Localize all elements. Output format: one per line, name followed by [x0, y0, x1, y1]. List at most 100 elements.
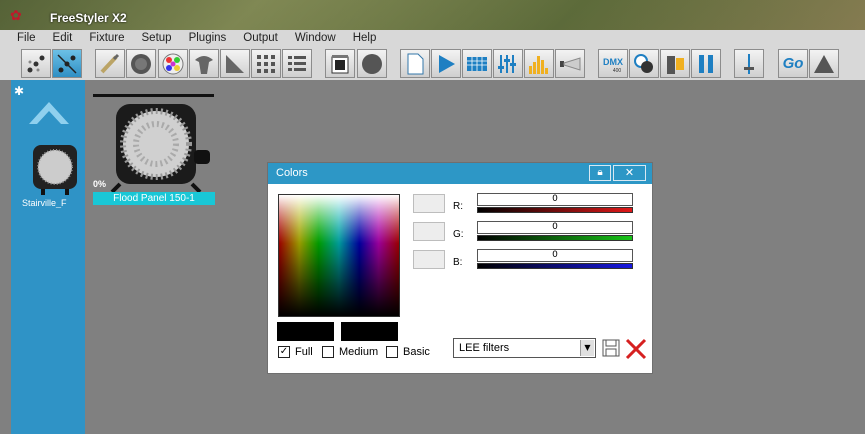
green-color-button[interactable] — [413, 222, 445, 241]
fixture-label[interactable]: Flood Panel 150-1 — [93, 192, 215, 205]
fog-button[interactable] — [629, 49, 659, 78]
filter-select-value: LEE filters — [459, 342, 510, 354]
green-channel-label: G: — [453, 229, 464, 240]
color-swatch-current[interactable] — [277, 322, 334, 341]
circle-icon — [362, 53, 382, 74]
list-button[interactable] — [282, 49, 312, 78]
dmx-sub-label: 400 — [613, 68, 622, 74]
red-channel-label: R: — [453, 201, 463, 212]
dialog-title: Colors — [276, 167, 308, 179]
sidebar-fixture-label[interactable]: Stairville_F — [22, 198, 82, 208]
red-color-button[interactable] — [413, 194, 445, 213]
green-slider[interactable] — [477, 235, 633, 241]
page-button[interactable] — [400, 49, 430, 78]
pause-icon — [699, 54, 713, 73]
colors-dialog: Colors 🔒︎ ✕ ✓ Full Medium Basic R: 0 G: … — [267, 162, 653, 374]
go-label: Go — [782, 55, 804, 72]
fog-icon — [634, 53, 653, 73]
pillar-button[interactable] — [660, 49, 690, 78]
shutter-icon — [195, 55, 213, 74]
menu-setup[interactable]: Setup — [130, 30, 177, 46]
lock-icon[interactable]: 🔒︎ — [589, 165, 611, 181]
fixture-percent: 0% — [93, 179, 107, 189]
color-wheel-icon — [162, 53, 184, 74]
pillar-icon — [667, 55, 684, 74]
matrix-button[interactable] — [462, 49, 492, 78]
color-picker[interactable] — [278, 194, 400, 317]
menu-bar: File Edit Fixture Setup Plugins Output W… — [0, 30, 865, 46]
gobo-icon — [131, 53, 151, 74]
matrix-icon — [467, 56, 487, 71]
ramp-icon — [226, 54, 244, 73]
master-fader-button[interactable] — [734, 49, 764, 78]
toolbar: DMX 400 Go — [0, 46, 865, 80]
chevron-down-icon[interactable]: ▼ — [580, 340, 594, 356]
blue-slider[interactable] — [477, 263, 633, 269]
menu-plugins[interactable]: Plugins — [177, 30, 232, 46]
menu-output[interactable]: Output — [231, 30, 283, 46]
scroll-up-icon[interactable] — [27, 94, 71, 128]
menu-help[interactable]: Help — [341, 30, 382, 46]
brush-icon — [100, 53, 120, 73]
dots-button[interactable] — [21, 49, 51, 78]
dmx-icon: DMX400 — [603, 57, 623, 74]
medium-checkbox[interactable] — [322, 346, 334, 358]
go-button[interactable]: Go — [778, 49, 808, 78]
color-swatch-previous[interactable] — [341, 322, 398, 341]
green-value-field[interactable]: 0 — [477, 221, 633, 234]
scene-button[interactable] — [325, 49, 355, 78]
freestyler-logo-icon: ✿ — [10, 8, 22, 24]
sidebar — [11, 80, 85, 434]
play-icon — [439, 54, 455, 73]
menu-edit[interactable]: Edit — [41, 30, 78, 46]
faders-button[interactable] — [493, 49, 523, 78]
dmx-label: DMX — [603, 57, 623, 67]
color-wheel-button[interactable] — [158, 49, 188, 78]
fixture-intensity-bar — [93, 94, 214, 97]
master-fader-icon — [744, 53, 754, 74]
filter-select[interactable]: LEE filters ▼ — [453, 338, 596, 358]
play-button[interactable] — [431, 49, 461, 78]
grid-icon — [257, 54, 275, 73]
brush-button[interactable] — [95, 49, 125, 78]
link-icon — [57, 53, 77, 74]
page-icon — [407, 53, 424, 74]
fixture-thumbnail-icon[interactable] — [27, 141, 83, 197]
blue-value-field[interactable]: 0 — [477, 249, 633, 262]
dialog-header[interactable]: Colors 🔒︎ ✕ — [268, 163, 652, 184]
menu-fixture[interactable]: Fixture — [77, 30, 129, 46]
gobo-button[interactable] — [126, 49, 156, 78]
blue-color-button[interactable] — [413, 250, 445, 269]
menu-window[interactable]: Window — [283, 30, 341, 46]
save-icon[interactable] — [602, 339, 620, 357]
faders-icon — [498, 54, 516, 73]
menu-file[interactable]: File — [0, 30, 41, 46]
close-icon[interactable]: ✕ — [613, 165, 646, 181]
shutter-button[interactable] — [189, 49, 219, 78]
medium-label: Medium — [339, 346, 379, 358]
beam-icon — [560, 56, 581, 71]
full-label: Full — [295, 346, 313, 358]
equalizer-icon — [529, 55, 548, 74]
equalizer-button[interactable] — [524, 49, 554, 78]
basic-label: Basic — [403, 346, 430, 358]
title-bar: ✿ FreeStyler X2 — [0, 0, 865, 30]
grid-button[interactable] — [251, 49, 281, 78]
ramp-button[interactable] — [220, 49, 250, 78]
link-button[interactable] — [52, 49, 82, 78]
red-value-field[interactable]: 0 — [477, 193, 633, 206]
flood-panel-icon[interactable] — [106, 100, 218, 192]
gear-icon[interactable]: ✱ — [14, 84, 24, 98]
blue-channel-label: B: — [453, 257, 463, 268]
beam-button[interactable] — [555, 49, 585, 78]
triangle-button[interactable] — [809, 49, 839, 78]
dmx-button[interactable]: DMX 400 — [598, 49, 628, 78]
triangle-icon — [814, 54, 834, 73]
basic-checkbox[interactable] — [386, 346, 398, 358]
delete-icon[interactable] — [625, 338, 647, 360]
circle-button[interactable] — [357, 49, 387, 78]
scene-icon — [331, 54, 349, 73]
pause-button[interactable] — [691, 49, 721, 78]
red-slider[interactable] — [477, 207, 633, 213]
full-checkbox[interactable]: ✓ — [278, 346, 290, 358]
